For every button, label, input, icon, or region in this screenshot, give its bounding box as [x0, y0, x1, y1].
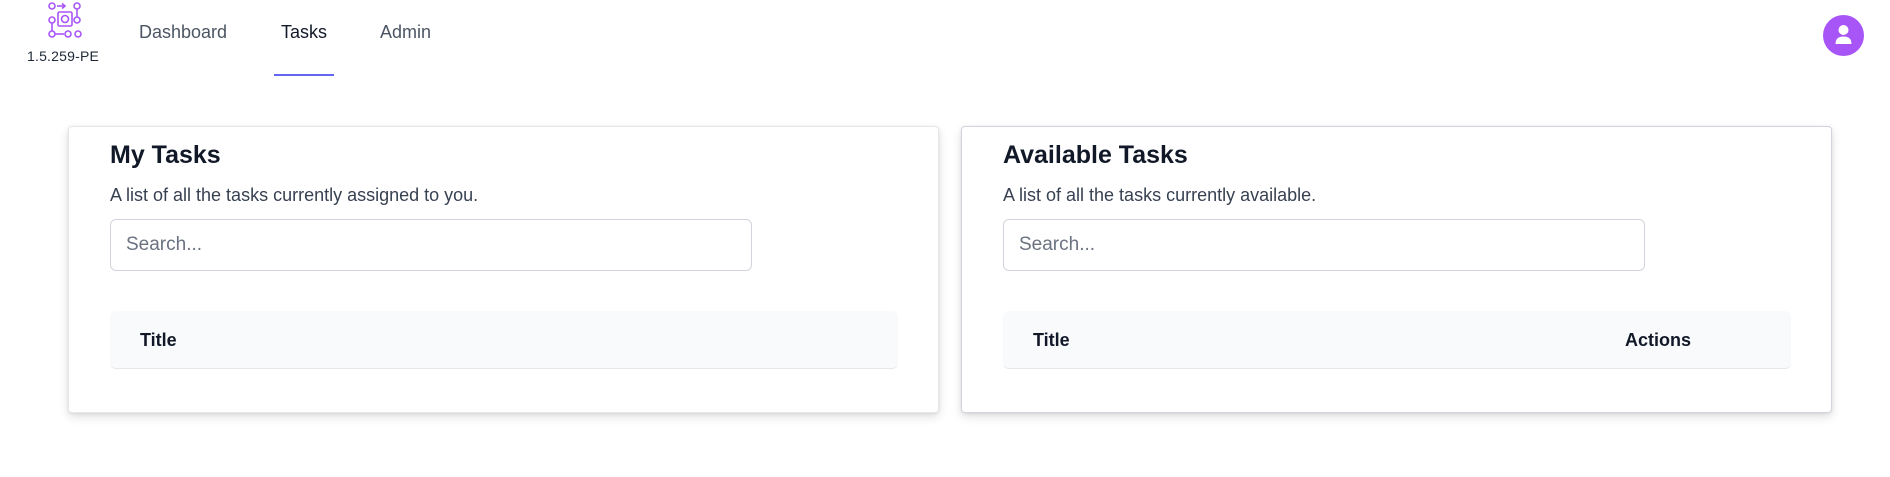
column-header-actions: Actions	[1625, 330, 1692, 350]
my-tasks-subtitle: A list of all the tasks currently assign…	[110, 185, 479, 205]
nav-admin[interactable]: Admin	[380, 22, 431, 43]
user-avatar-button[interactable]	[1823, 15, 1864, 56]
app-version: 1.5.259-PE	[27, 48, 100, 64]
column-header-title: Title	[1033, 330, 1070, 350]
top-navigation-bar: 1.5.259-PE Dashboard Tasks Admin	[0, 0, 1890, 80]
nav-dashboard[interactable]: Dashboard	[139, 22, 227, 43]
available-tasks-table-header: Title Actions	[1003, 311, 1791, 369]
column-header-title: Title	[140, 330, 177, 350]
nav-tasks[interactable]: Tasks	[281, 22, 327, 43]
my-tasks-search-input[interactable]	[110, 219, 752, 271]
workflow-logo-icon	[44, 0, 86, 40]
logo-link[interactable]: 1.5.259-PE	[24, 0, 106, 72]
active-tab-indicator	[274, 74, 334, 76]
available-tasks-panel: Available Tasks A list of all the tasks …	[961, 126, 1832, 413]
my-tasks-table-header: Title	[110, 311, 898, 369]
available-tasks-title: Available Tasks	[1003, 141, 1188, 169]
available-tasks-subtitle: A list of all the tasks currently availa…	[1003, 185, 1317, 205]
user-icon	[1823, 25, 1864, 60]
my-tasks-panel: My Tasks A list of all the tasks current…	[68, 126, 939, 413]
available-tasks-search-input[interactable]	[1003, 219, 1645, 271]
my-tasks-title: My Tasks	[110, 141, 221, 169]
